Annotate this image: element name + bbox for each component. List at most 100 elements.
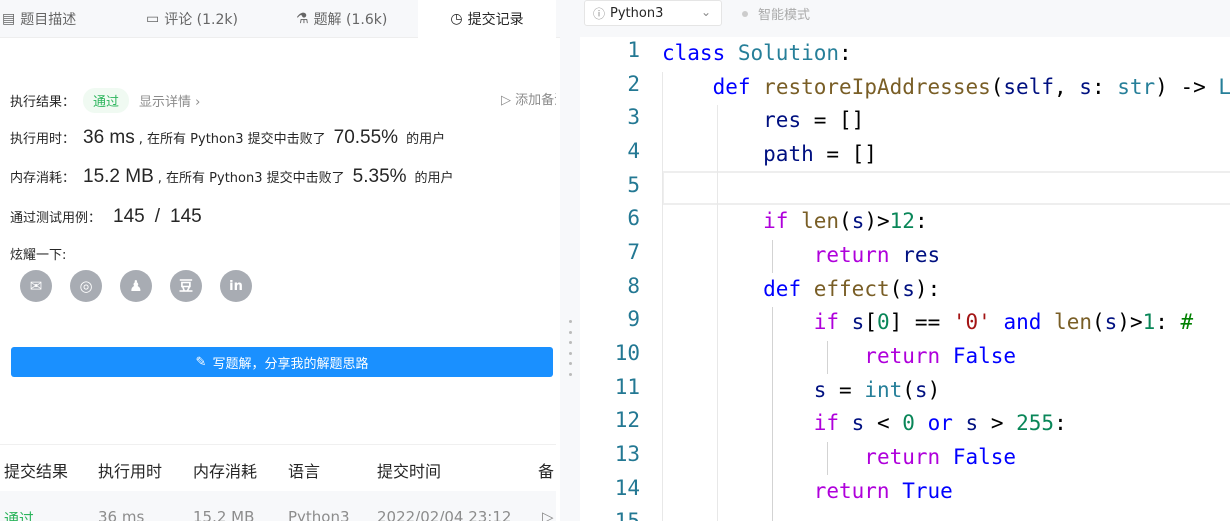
row-time: 2022/02/04 23:12 <box>377 508 512 521</box>
column-header[interactable]: 语言 <box>288 458 320 482</box>
info-icon: ⓘ <box>593 6 606 21</box>
code-line: class Solution: <box>662 41 852 65</box>
code-editor[interactable]: 1 2 3 4 5 6 7 8 9 10 11 12 13 14 15 clas… <box>580 37 1230 521</box>
line-number: 8 <box>627 274 640 298</box>
column-header[interactable]: 内存消耗 <box>193 458 257 482</box>
runtime-label: 执行用时： <box>10 132 76 147</box>
code-line: return False <box>864 445 1017 469</box>
clock-icon: ◷ <box>450 11 463 27</box>
tab-label: 评论 (1.2k) <box>164 12 238 28</box>
share-label: 炫耀一下: <box>10 248 67 263</box>
weibo-icon[interactable]: ◎ <box>70 270 102 302</box>
row-runtime: 36 ms <box>98 508 145 521</box>
line-number: 12 <box>614 408 640 432</box>
line-number: 2 <box>627 72 640 96</box>
language-select[interactable]: ⓘ Python3 ⌄ <box>584 0 722 26</box>
qq-icon[interactable]: ♟ <box>120 270 152 302</box>
tab-label: 提交记录 <box>467 12 524 28</box>
code-line: def effect(s): <box>763 277 941 301</box>
current-line-highlight <box>662 171 1230 205</box>
code-line: return False <box>864 344 1017 368</box>
write-solution-label: 写题解，分享我的解题思路 <box>212 356 369 372</box>
runtime-suffix: 的用户 <box>406 132 446 147</box>
smart-mode-label: 智能模式 <box>758 8 811 23</box>
column-header[interactable]: 提交结果 <box>4 458 68 482</box>
show-details-label: 显示详情 <box>139 95 192 110</box>
line-number: 9 <box>627 307 640 331</box>
line-number-gutter: 1 2 3 4 5 6 7 8 9 10 11 12 13 14 15 <box>580 37 660 521</box>
drag-handle[interactable] <box>569 320 573 376</box>
code-line: res = [] <box>763 108 865 132</box>
line-number: 15 <box>614 509 640 521</box>
column-header[interactable]: 备 <box>538 458 554 482</box>
code-line: if s[0] == '0' and len(s)>1: # <box>813 310 1194 334</box>
column-header[interactable]: 提交时间 <box>377 458 441 482</box>
mode-dot-icon <box>742 10 748 17</box>
memory-percent: 5.35% <box>352 166 407 187</box>
tab-submissions[interactable]: ◷ 提交记录 <box>418 0 556 38</box>
row-memory: 15.2 MB <box>193 508 255 521</box>
runtime-row: 执行用时： 36 ms , 在所有 Python3 提交中击败了 70.55% … <box>10 127 445 149</box>
chevron-down-icon: ⌄ <box>700 5 711 19</box>
left-panel: ▤ 题目描述 ▭ 评论 (1.2k) ⚗ 题解 (1.6k) ◷ 提交记录 执行… <box>0 0 560 521</box>
line-number: 7 <box>627 240 640 264</box>
row-status[interactable]: 通过 <box>4 508 34 521</box>
tab-label: 题解 (1.6k) <box>313 12 388 28</box>
line-number: 10 <box>614 341 640 365</box>
flag-icon: ▷ <box>501 93 511 108</box>
line-number: 3 <box>627 105 640 129</box>
runtime-text: , 在所有 Python3 提交中击败了 <box>138 132 326 147</box>
play-icon[interactable]: ▷ <box>542 508 554 521</box>
memory-text: , 在所有 Python3 提交中击败了 <box>157 171 345 186</box>
runtime-percent: 70.55% <box>333 127 399 148</box>
pencil-icon: ✎ <box>195 354 207 370</box>
testcases-row: 通过测试用例： 145 / 145 <box>10 206 206 228</box>
code-line: def restoreIpAddresses(self, s: str) -> … <box>712 75 1230 99</box>
code-line: if len(s)>12: <box>763 209 928 233</box>
add-note-label: 添加备注 <box>515 93 556 108</box>
column-header[interactable]: 执行用时 <box>98 458 162 482</box>
memory-value: 15.2 MB <box>83 166 154 187</box>
row-language: Python3 <box>288 508 350 521</box>
linkedin-icon[interactable]: in <box>220 270 252 302</box>
code-line: s = int(s) <box>813 378 941 402</box>
write-solution-button[interactable]: ✎ 写题解，分享我的解题思路 <box>11 347 553 377</box>
memory-row: 内存消耗： 15.2 MB , 在所有 Python3 提交中击败了 5.35%… <box>10 166 454 188</box>
flask-icon: ⚗ <box>296 11 309 27</box>
tab-comments[interactable]: ▭ 评论 (1.2k) <box>146 0 266 38</box>
add-note-button[interactable]: ▷ 添加备注 <box>501 89 556 108</box>
panel-splitter[interactable] <box>560 0 580 521</box>
document-icon: ▤ <box>2 11 16 27</box>
submissions-table-header: 提交结果 执行用时 内存消耗 语言 提交时间 备 <box>0 444 556 490</box>
language-value: Python3 <box>610 5 664 21</box>
status-badge: 通过 <box>83 88 130 113</box>
line-number: 4 <box>627 139 640 163</box>
line-number: 13 <box>614 442 640 466</box>
testcases-label: 通过测试用例： <box>10 211 102 226</box>
code-line: path = [] <box>763 142 877 166</box>
runtime-value: 36 ms <box>83 127 135 148</box>
line-number: 14 <box>614 476 640 500</box>
show-details-link[interactable]: 显示详情 › <box>139 91 200 110</box>
wechat-icon[interactable]: ✉ <box>20 270 52 302</box>
leetcode-workspace: ▤ 题目描述 ▭ 评论 (1.2k) ⚗ 题解 (1.6k) ◷ 提交记录 执行… <box>0 0 1230 521</box>
tab-label: 题目描述 <box>20 12 77 28</box>
testcases-total: 145 <box>170 206 202 227</box>
tab-solutions[interactable]: ⚗ 题解 (1.6k) <box>296 0 416 38</box>
status-label: 执行结果： <box>10 95 76 110</box>
testcases-passed: 145 <box>113 206 145 227</box>
testcases-separator: / <box>154 206 160 227</box>
smart-mode-toggle[interactable]: 智能模式 <box>742 4 810 23</box>
code-line: if s < 0 or s > 255: <box>813 411 1067 435</box>
share-row: 炫耀一下: <box>10 244 66 263</box>
douban-icon[interactable]: 豆 <box>170 270 202 302</box>
status-row: 执行结果： 通过 显示详情 › <box>10 88 200 113</box>
code-line: return res <box>813 243 941 267</box>
table-row[interactable]: 通过 36 ms 15.2 MB Python3 2022/02/04 23:1… <box>0 491 556 521</box>
tab-description[interactable]: ▤ 题目描述 <box>0 0 116 38</box>
memory-suffix: 的用户 <box>414 171 454 186</box>
line-number: 6 <box>627 206 640 230</box>
line-number: 5 <box>627 173 640 197</box>
comment-icon: ▭ <box>146 11 160 27</box>
code-line: return True <box>813 479 953 503</box>
